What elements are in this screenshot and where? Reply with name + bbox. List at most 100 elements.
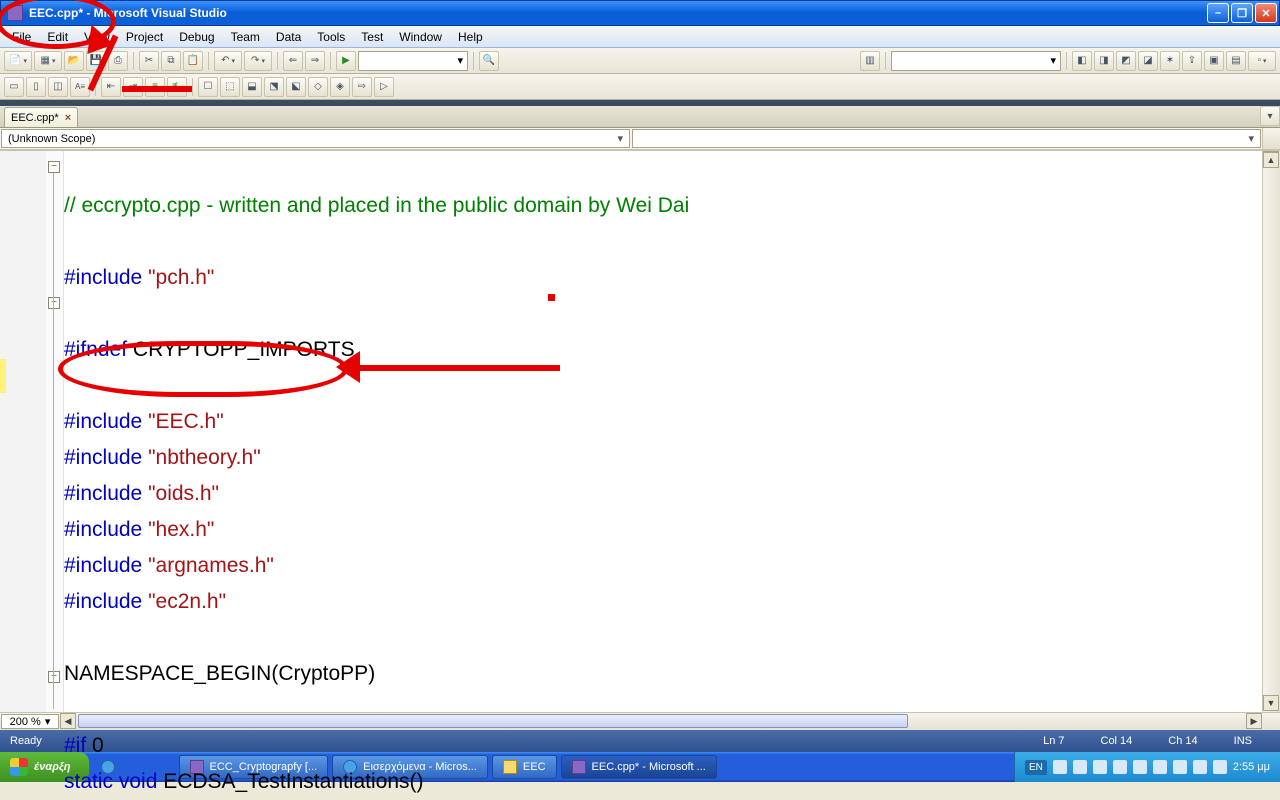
menu-debug[interactable]: Debug <box>171 28 222 46</box>
scope-left-combo[interactable]: (Unknown Scope) ▾ <box>1 129 630 148</box>
tabbar-dropdown-icon[interactable]: ▾ <box>1260 106 1280 126</box>
scroll-right-icon[interactable]: ▶ <box>1246 713 1262 729</box>
tb2-l[interactable]: ⇨ <box>352 77 372 97</box>
language-indicator[interactable]: EN <box>1025 760 1047 775</box>
vertical-scrollbar[interactable]: ▲ ▼ <box>1262 151 1280 712</box>
tb-a[interactable]: ◧ <box>1072 51 1092 71</box>
minimize-button[interactable]: – <box>1207 3 1229 23</box>
tray-icon[interactable] <box>1133 760 1147 774</box>
tb2-e[interactable]: ☐ <box>198 77 218 97</box>
separator <box>208 52 209 70</box>
tb-b[interactable]: ◨ <box>1094 51 1114 71</box>
chevron-down-icon: ▾ <box>617 132 623 145</box>
tb2-k[interactable]: ◈ <box>330 77 350 97</box>
find-combo[interactable]: ▾ <box>891 51 1061 71</box>
status-bar: Ready Ln 7 Col 14 Ch 14 INS <box>0 730 1280 752</box>
tb2-h[interactable]: ⬔ <box>264 77 284 97</box>
redo-button[interactable]: ↷ <box>244 51 272 71</box>
tray-icon[interactable] <box>1193 760 1207 774</box>
tray-icon[interactable] <box>1173 760 1187 774</box>
code-token: CRYPTOPP_IMPORTS <box>127 338 355 361</box>
outline-gutter: − − − <box>46 151 64 712</box>
tray-icon[interactable] <box>1053 760 1067 774</box>
menu-help[interactable]: Help <box>450 28 491 46</box>
tb2-i[interactable]: ⬕ <box>286 77 306 97</box>
comment-button[interactable]: ≡ <box>145 77 165 97</box>
uncomment-button[interactable]: ≢ <box>167 77 187 97</box>
tb2-a[interactable]: ▭ <box>4 77 24 97</box>
indent-button[interactable]: ⇥ <box>123 77 143 97</box>
cut-button[interactable]: ✂ <box>139 51 159 71</box>
code-token: "argnames.h" <box>148 554 274 577</box>
scroll-thumb[interactable] <box>78 714 908 728</box>
tray-icon[interactable] <box>1153 760 1167 774</box>
paste-button[interactable]: 📋 <box>183 51 203 71</box>
tb-misc-1[interactable]: ▥ <box>860 51 880 71</box>
close-button[interactable]: ✕ <box>1255 3 1277 23</box>
start-debug-button[interactable]: ▶ <box>336 51 356 71</box>
tb2-m[interactable]: ▷ <box>374 77 394 97</box>
menu-tools[interactable]: Tools <box>309 28 353 46</box>
nav-back-button[interactable]: ⇐ <box>283 51 303 71</box>
outdent-button[interactable]: ⇤ <box>101 77 121 97</box>
menu-edit[interactable]: Edit <box>39 28 76 46</box>
clock[interactable]: 2:55 μμ <box>1233 761 1270 773</box>
taskbar-item-label: EEC <box>523 761 546 773</box>
menu-view[interactable]: View <box>76 28 118 46</box>
scroll-down-icon[interactable]: ▼ <box>1263 695 1279 711</box>
undo-button[interactable]: ↶ <box>214 51 242 71</box>
tray-icon[interactable] <box>1073 760 1087 774</box>
nav-fwd-button[interactable]: ⇒ <box>305 51 325 71</box>
code-token: #if <box>64 734 86 757</box>
menu-project[interactable]: Project <box>118 28 171 46</box>
tb-f[interactable]: ⇪ <box>1182 51 1202 71</box>
code-token: "ec2n.h" <box>148 590 226 613</box>
horizontal-scrollbar[interactable]: 200 % ▾ ◀ ▶ <box>0 712 1280 730</box>
tb2-j[interactable]: ◇ <box>308 77 328 97</box>
windows-logo-icon <box>10 758 28 776</box>
close-tab-icon[interactable]: × <box>65 112 71 124</box>
save-button[interactable]: 💾 <box>86 51 106 71</box>
tb-i[interactable]: ▫ <box>1248 51 1276 71</box>
config-combo[interactable]: ▾ <box>358 51 468 71</box>
menu-data[interactable]: Data <box>268 28 309 46</box>
tray-icon[interactable] <box>1093 760 1107 774</box>
fold-toggle[interactable]: − <box>48 671 60 683</box>
scroll-left-icon[interactable]: ◀ <box>60 713 76 729</box>
maximize-button[interactable]: ❐ <box>1231 3 1253 23</box>
tb2-d[interactable]: A≡ <box>70 77 90 97</box>
tb2-g[interactable]: ⬓ <box>242 77 262 97</box>
new-project-button[interactable]: 📄 <box>4 51 32 71</box>
tb-e[interactable]: ✶ <box>1160 51 1180 71</box>
taskbar-item-active[interactable]: EEC.cpp* - Microsoft ... <box>561 755 717 779</box>
save-all-button[interactable]: ⎙ <box>108 51 128 71</box>
tb2-b[interactable]: ▯ <box>26 77 46 97</box>
fold-toggle[interactable]: − <box>48 161 60 173</box>
tb-d[interactable]: ◪ <box>1138 51 1158 71</box>
fold-toggle[interactable]: − <box>48 297 60 309</box>
menu-team[interactable]: Team <box>223 28 268 46</box>
find-button[interactable]: 🔍 <box>479 51 499 71</box>
menu-window[interactable]: Window <box>391 28 450 46</box>
code-area[interactable]: // eccrypto.cpp - written and placed in … <box>64 151 1262 712</box>
tray-icon[interactable] <box>1213 760 1227 774</box>
menu-file[interactable]: File <box>4 28 39 46</box>
open-button[interactable]: 📂 <box>64 51 84 71</box>
separator <box>330 52 331 70</box>
tb-h[interactable]: ▤ <box>1226 51 1246 71</box>
code-editor[interactable]: − − − // eccrypto.cpp - written and plac… <box>0 150 1280 712</box>
zoom-combo[interactable]: 200 % ▾ <box>1 714 59 729</box>
tb2-c[interactable]: ◫ <box>48 77 68 97</box>
code-token: #include <box>64 446 148 469</box>
tb-c[interactable]: ◩ <box>1116 51 1136 71</box>
tb-g[interactable]: ▣ <box>1204 51 1224 71</box>
add-item-button[interactable]: ▦ <box>34 51 62 71</box>
menu-test[interactable]: Test <box>353 28 391 46</box>
scroll-up-icon[interactable]: ▲ <box>1263 152 1279 168</box>
tray-icon[interactable] <box>1113 760 1127 774</box>
tb2-f[interactable]: ⬚ <box>220 77 240 97</box>
taskbar-item[interactable]: EEC <box>492 755 557 779</box>
file-tab-eec[interactable]: EEC.cpp* × <box>4 107 78 127</box>
copy-button[interactable]: ⧉ <box>161 51 181 71</box>
scope-right-combo[interactable]: ▾ <box>632 129 1261 148</box>
